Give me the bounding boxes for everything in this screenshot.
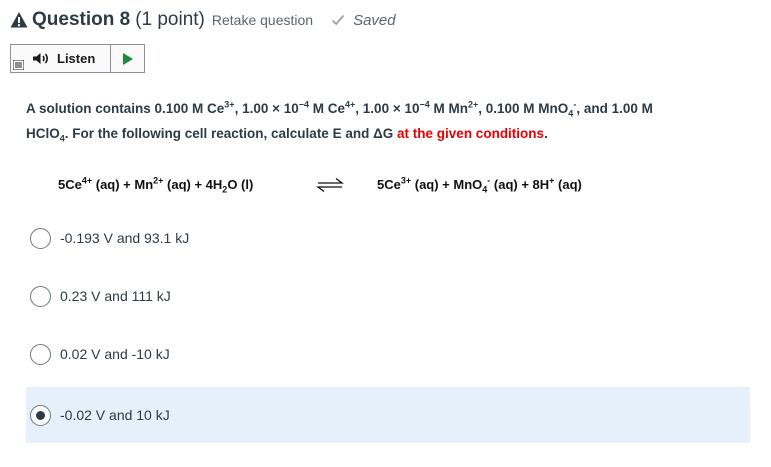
answer-option-label: -0.02 V and 10 kJ [60,407,170,423]
answer-option-1[interactable]: -0.193 V and 93.1 kJ [26,210,750,266]
listen-button[interactable]: Listen [10,44,110,73]
radio-selected-dot [36,410,45,420]
highlighted-condition: at the given conditions [397,126,545,141]
radio-button-selected[interactable] [30,404,51,426]
retake-question-link[interactable]: Retake question [212,12,313,28]
listen-label: Listen [57,51,96,66]
answer-option-label: -0.193 V and 93.1 kJ [60,230,190,246]
answer-option-2[interactable]: 0.23 V and 111 kJ [26,268,750,324]
radio-button[interactable] [30,343,51,365]
saved-status: Saved [331,12,396,29]
answer-option-3[interactable]: 0.02 V and -10 kJ [26,326,750,382]
speaker-icon [33,53,49,64]
answer-option-label: 0.02 V and -10 kJ [60,346,170,362]
play-icon [122,52,133,65]
saved-label: Saved [353,11,396,29]
radio-button[interactable] [30,227,51,249]
listen-toolbar: Listen [10,44,145,73]
reaction-products: 5Ce3+ (aq) + MnO4- (aq) + 8H+ (aq) [377,175,582,195]
question-text: A solution contains 0.100 M Ce3+, 1.00 ×… [26,99,653,144]
answer-option-4[interactable]: -0.02 V and 10 kJ [26,387,750,443]
question-points: (1 point) [135,9,205,30]
answer-option-label: 0.23 V and 111 kJ [60,288,171,304]
menu-icon[interactable] [13,60,24,70]
equilibrium-arrows-icon [316,177,344,193]
radio-button[interactable] [30,285,51,307]
reaction-reactants: 5Ce4+ (aq) + Mn2+ (aq) + 4H2O (l) [58,175,254,195]
question-title: Question 8 [32,9,131,30]
question-header: Question 8 (1 point) Retake question Sav… [10,8,396,32]
play-button[interactable] [110,44,145,73]
check-icon [331,14,345,26]
warning-triangle-icon [10,12,28,28]
